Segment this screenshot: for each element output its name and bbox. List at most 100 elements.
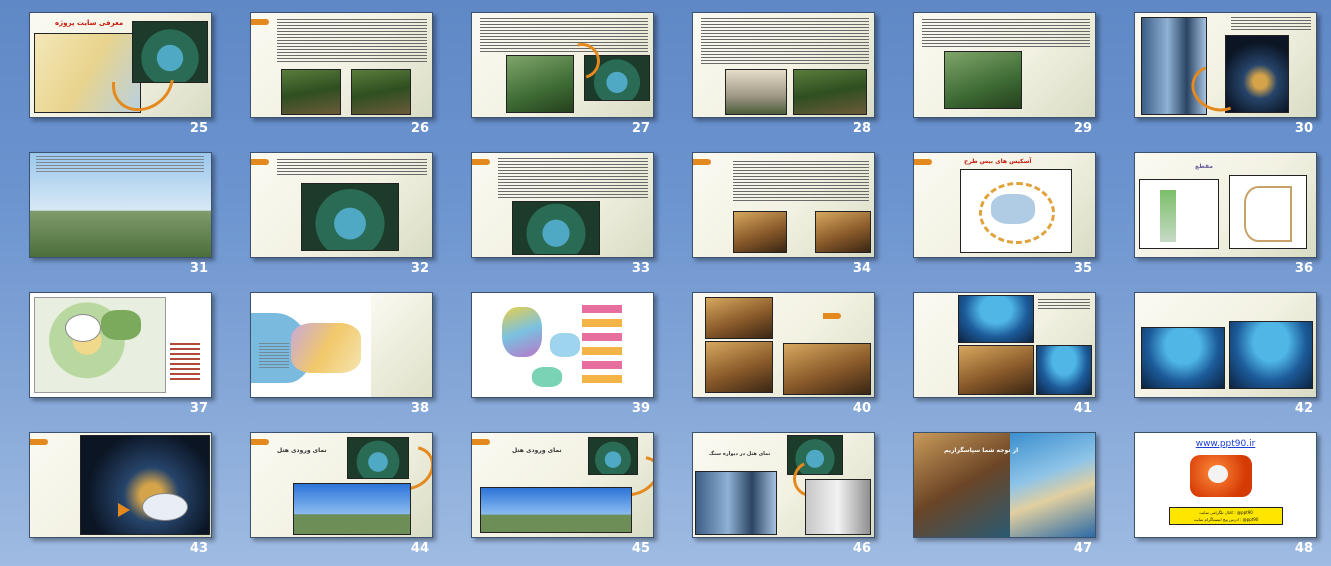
slide-thumbnail-28[interactable]: 28 (692, 12, 877, 136)
accent-tab (914, 159, 932, 165)
slide-sorter-grid: معرفی سایت پروژه 25 26 27 28 29 30 31 32… (0, 0, 1331, 566)
diagram-volume (502, 307, 542, 357)
slide-content (29, 432, 212, 538)
photo (725, 69, 787, 115)
slide-title: نمای ورودی هتل (277, 447, 327, 454)
slide-content (471, 152, 654, 258)
accent-tab (823, 313, 841, 319)
body-text (922, 19, 1090, 47)
body-text (1038, 299, 1090, 311)
slide-thumbnail-25[interactable]: معرفی سایت پروژه 25 (29, 12, 214, 136)
accent-tab (472, 439, 490, 445)
contact-box: کانال تلگرامی سایت : @ppt90 ادرس پیج این… (1169, 507, 1283, 525)
slide-number: 26 (410, 121, 429, 136)
powerpoint-logo-icon (1190, 455, 1252, 497)
photo (733, 211, 787, 253)
tower-photo (695, 471, 777, 535)
photo (512, 201, 600, 255)
slide-thumbnail-47[interactable]: از توجه شما سپاسگزاریم 47 (913, 432, 1098, 556)
section-drawing (1229, 175, 1307, 249)
slide-content (250, 12, 433, 118)
slide-thumbnail-40[interactable]: 40 (692, 292, 877, 416)
slide-number: 30 (1294, 121, 1313, 136)
photo (783, 343, 871, 395)
slide-content: معرفی سایت پروژه (29, 12, 212, 118)
accent-tab (30, 439, 48, 445)
photo (301, 183, 399, 251)
slide-content (913, 12, 1096, 118)
photo (705, 297, 773, 339)
slide-number: 29 (1073, 121, 1092, 136)
photo (281, 69, 341, 115)
plan-buildings (291, 323, 361, 373)
facade-render (480, 487, 632, 533)
slide-thumbnail-33[interactable]: 33 (471, 152, 656, 276)
slide-number: 28 (852, 121, 871, 136)
sketch-shape (991, 194, 1035, 224)
plan-panel (371, 293, 432, 397)
slide-thumbnail-43[interactable]: 43 (29, 432, 214, 556)
slide-thumbnail-41[interactable]: 41 (913, 292, 1098, 416)
photo (80, 435, 210, 535)
body-text (733, 161, 869, 201)
slide-number: 36 (1294, 261, 1313, 276)
slide-thumbnail-26[interactable]: 26 (250, 12, 435, 136)
pointer-arrow (118, 503, 130, 517)
slide-content: نمای ورودی هتل (471, 432, 654, 538)
slide-content (29, 152, 212, 258)
photo (944, 51, 1022, 109)
slide-number: 39 (631, 401, 650, 416)
slide-content (250, 152, 433, 258)
slide-number: 48 (1294, 541, 1313, 556)
legend (170, 343, 200, 383)
site-url-link[interactable]: www.ppt90.ir (1135, 439, 1316, 449)
slide-thumbnail-38[interactable]: 38 (250, 292, 435, 416)
slide-number: 38 (410, 401, 429, 416)
slide-number: 33 (631, 261, 650, 276)
section-drawing (1139, 179, 1219, 249)
slide-content (692, 12, 875, 118)
slide-number: 25 (189, 121, 208, 136)
slide-thumbnail-48[interactable]: www.ppt90.ir کانال تلگرامی سایت : @ppt90… (1134, 432, 1319, 556)
slide-thumbnail-30[interactable]: 30 (1134, 12, 1319, 136)
slide-title: نمای ورودی هتل (512, 447, 562, 454)
slide-number: 42 (1294, 401, 1313, 416)
slide-content: مقطع (1134, 152, 1317, 258)
body-text (277, 19, 427, 64)
slide-thumbnail-39[interactable]: 39 (471, 292, 656, 416)
photo (958, 295, 1034, 343)
section-shape (1244, 186, 1292, 242)
slide-title: از توجه شما سپاسگزاریم (944, 447, 1019, 454)
accent-tab (251, 19, 269, 25)
slide-number: 37 (189, 401, 208, 416)
photo (1010, 433, 1095, 537)
photo (1141, 327, 1225, 389)
plan-green (101, 310, 141, 340)
slide-thumbnail-31[interactable]: 31 (29, 152, 214, 276)
slide-thumbnail-29[interactable]: 29 (913, 12, 1098, 136)
slide-number: 45 (631, 541, 650, 556)
slide-content (250, 292, 433, 398)
logo-hole (1208, 465, 1228, 483)
slide-number: 35 (1073, 261, 1092, 276)
slide-thumbnail-27[interactable]: 27 (471, 12, 656, 136)
slide-thumbnail-35[interactable]: آسکیس های بیس طرح 35 (913, 152, 1098, 276)
slide-content: از توجه شما سپاسگزاریم (913, 432, 1096, 538)
slide-title: نمای هتل در دیواره سنگ (709, 451, 771, 457)
slide-thumbnail-37[interactable]: 37 (29, 292, 214, 416)
photo (815, 211, 871, 253)
photo (793, 69, 867, 115)
slide-title: معرفی سایت پروژه (55, 19, 124, 27)
slide-number: 44 (410, 541, 429, 556)
section-shape (1160, 190, 1176, 242)
slide-thumbnail-32[interactable]: 32 (250, 152, 435, 276)
photo (1036, 345, 1092, 395)
photo (958, 345, 1034, 395)
slide-thumbnail-44[interactable]: نمای ورودی هتل 44 (250, 432, 435, 556)
slide-thumbnail-34[interactable]: 34 (692, 152, 877, 276)
slide-thumbnail-46[interactable]: نمای هتل در دیواره سنگ 46 (692, 432, 877, 556)
slide-thumbnail-36[interactable]: مقطع 36 (1134, 152, 1319, 276)
slide-thumbnail-42[interactable]: 42 (1134, 292, 1319, 416)
slide-thumbnail-45[interactable]: نمای ورودی هتل 45 (471, 432, 656, 556)
slide-number: 40 (852, 401, 871, 416)
